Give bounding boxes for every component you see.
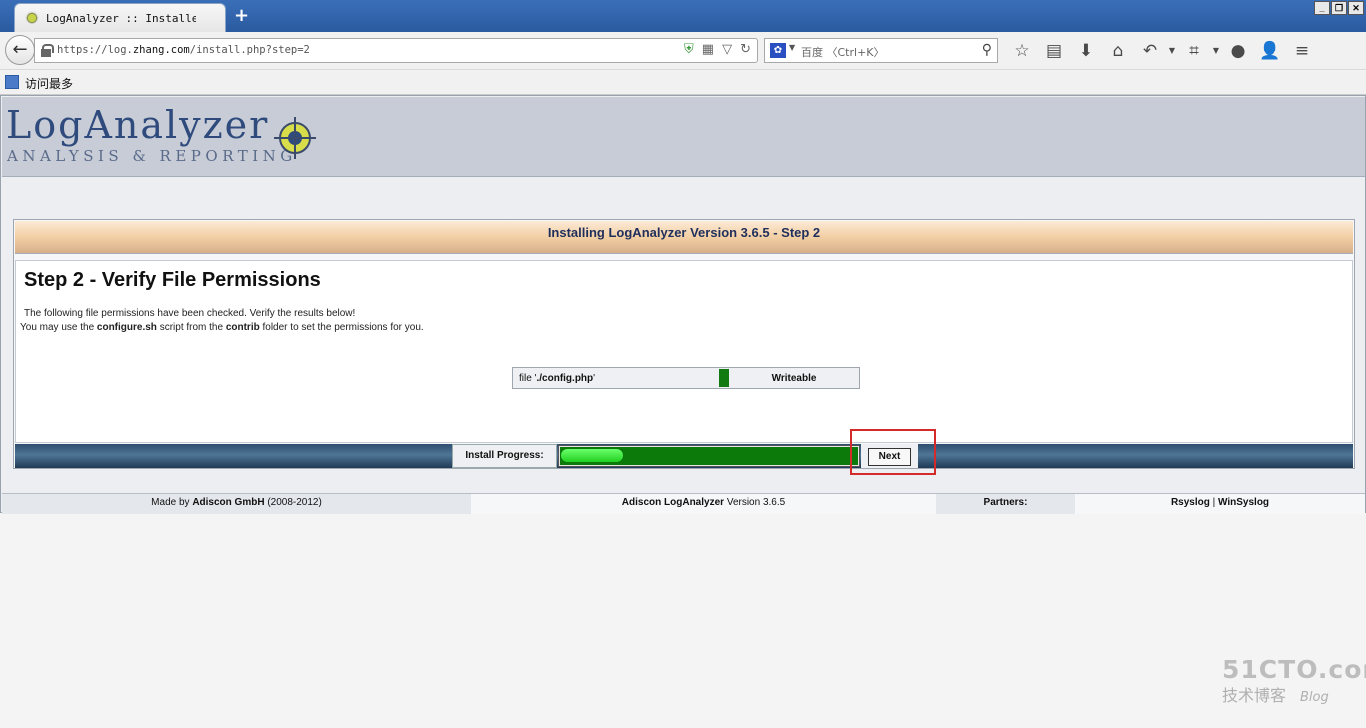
new-tab-button[interactable]: +: [234, 5, 249, 26]
rsyslog-link[interactable]: Rsyslog: [1171, 497, 1210, 508]
window-controls: _ ❐ ✕: [1314, 1, 1364, 15]
reading-list-icon[interactable]: ▤: [1038, 39, 1070, 63]
step-heading: Step 2 - Verify File Permissions: [24, 269, 321, 291]
bookmark-star-icon[interactable]: ☆: [1006, 39, 1038, 63]
progress-label: Install Progress:: [452, 444, 557, 468]
shield-icon[interactable]: ⛨: [684, 42, 694, 57]
footer-partner-links: Rsyslog | WinSyslog: [1075, 494, 1365, 514]
footer-version: Adiscon LogAnalyzer Version 3.6.5: [471, 494, 936, 514]
back-button[interactable]: ←: [5, 35, 35, 65]
search-icon[interactable]: ⚲: [982, 42, 992, 58]
search-input[interactable]: 百度 〈Ctrl+K〉: [801, 44, 885, 60]
install-card: Installing LogAnalyzer Version 3.6.5 - S…: [13, 219, 1355, 469]
chat-icon[interactable]: ●: [1222, 39, 1254, 63]
bookmarks-bar: 访问最多: [0, 71, 1366, 95]
permission-row: file './config.php' Writeable: [512, 367, 860, 389]
user-icon[interactable]: 👤: [1254, 39, 1286, 63]
reload-icon[interactable]: ↻: [740, 42, 751, 57]
address-bar[interactable]: https://log.zhang.com/install.php?step=2…: [34, 38, 758, 63]
logo-subtitle: ANALYSIS & REPORTING: [7, 147, 297, 165]
footer-made-by: Made by Adiscon GmbH (2008-2012): [2, 494, 471, 514]
description-line-2: You may use the configure.sh script from…: [20, 322, 424, 333]
winsyslog-link[interactable]: WinSyslog: [1218, 497, 1269, 508]
download-icon[interactable]: ⬇: [1070, 39, 1102, 63]
bookmark-folder-icon: [5, 75, 19, 89]
page-frame: LogAnalyzer ANALYSIS & REPORTING Install…: [0, 95, 1366, 514]
adiscon-link[interactable]: Adiscon GmbH: [192, 497, 264, 508]
site-favicon-icon: [25, 11, 39, 25]
minimize-icon[interactable]: _: [1314, 1, 1330, 15]
install-title: Installing LogAnalyzer Version 3.6.5 - S…: [15, 221, 1353, 254]
page-content: LogAnalyzer ANALYSIS & REPORTING Install…: [0, 95, 1366, 728]
logo-crosshair-icon: [274, 117, 316, 159]
permission-status: Writeable: [771, 372, 817, 384]
footer: Made by Adiscon GmbH (2008-2012) Adiscon…: [2, 493, 1365, 514]
footer-partners-label: Partners:: [936, 494, 1075, 514]
progress-glow: [561, 449, 623, 462]
permission-file: file './config.php': [519, 372, 596, 384]
crop-dropdown-icon[interactable]: ▼: [1210, 39, 1222, 63]
browser-navbar: https://log.zhang.com/install.php?step=2…: [0, 32, 1366, 70]
undo-icon[interactable]: ↶: [1134, 39, 1166, 63]
back-arrow-icon: ←: [12, 39, 28, 60]
install-body: Step 2 - Verify File Permissions The fol…: [15, 260, 1353, 443]
progress-row: Install Progress: Next: [15, 444, 1353, 468]
baidu-paw-icon[interactable]: ✿: [770, 43, 786, 58]
status-indicator: [719, 369, 729, 387]
search-engine-dropdown-icon[interactable]: ▼: [789, 43, 795, 52]
highlight-annotation: [850, 429, 936, 475]
search-bar[interactable]: ✿ ▼ 百度 〈Ctrl+K〉 ⚲: [764, 38, 998, 63]
qr-code-icon[interactable]: ▦: [702, 42, 714, 57]
lock-icon: [41, 44, 54, 57]
url-actions: ⛨ ▦ ▽ ↻: [684, 42, 751, 57]
menu-icon[interactable]: ≡: [1286, 39, 1318, 63]
description-line-1: The following file permissions have been…: [24, 308, 356, 319]
close-window-icon[interactable]: ✕: [1348, 1, 1364, 15]
bookmark-most-visited[interactable]: 访问最多: [25, 75, 73, 92]
logo-title: LogAnalyzer: [6, 103, 270, 147]
header-band: LogAnalyzer ANALYSIS & REPORTING: [2, 97, 1365, 177]
browser-toolbar: ☆ ▤ ⬇ ⌂ ↶ ▼ ⌗ ▼ ● 👤 ≡: [1006, 39, 1318, 63]
tab-title: LogAnalyzer :: Installe…: [46, 11, 196, 25]
browser-tab[interactable]: LogAnalyzer :: Installe…: [14, 3, 226, 32]
restore-icon[interactable]: ❐: [1331, 1, 1347, 15]
dropdown-arrow-icon[interactable]: ▽: [722, 42, 732, 57]
undo-dropdown-icon[interactable]: ▼: [1166, 39, 1178, 63]
browser-titlebar: LogAnalyzer :: Installe… + _ ❐ ✕: [0, 0, 1366, 32]
install-progress-bar: [558, 445, 860, 467]
url-text: https://log.zhang.com/install.php?step=2: [57, 44, 310, 56]
crop-icon[interactable]: ⌗: [1178, 39, 1210, 63]
home-icon[interactable]: ⌂: [1102, 39, 1134, 63]
watermark: 51CTO.com 技术博客Blog: [1222, 655, 1366, 705]
